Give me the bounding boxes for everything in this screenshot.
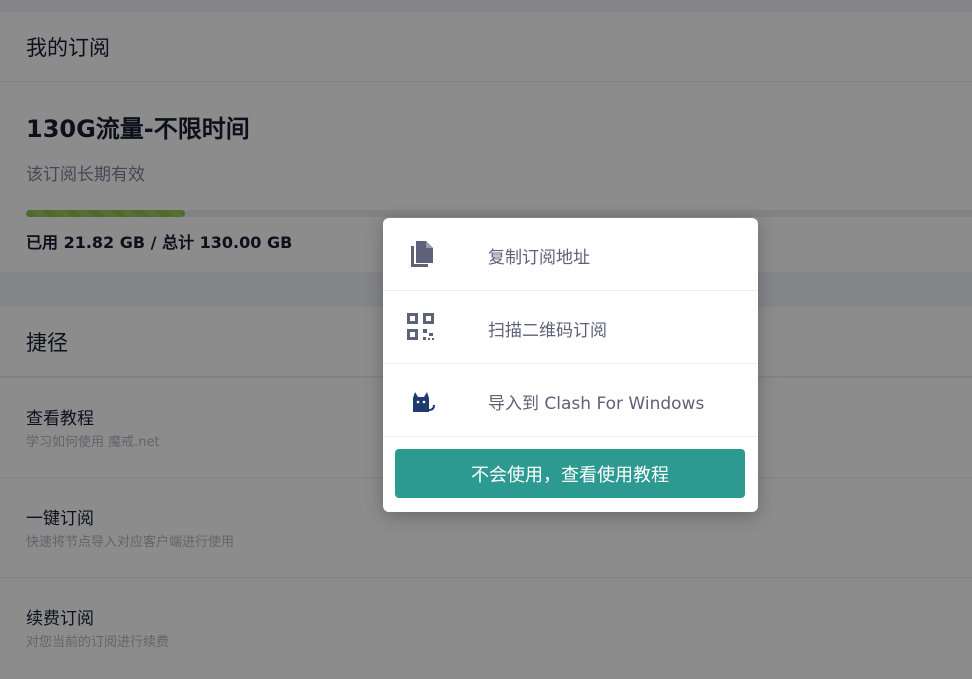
copy-icon — [405, 238, 437, 270]
view-tutorial-button[interactable]: 不会使用，查看使用教程 — [395, 449, 745, 498]
menu-label: 导入到 Clash For Windows — [488, 394, 705, 414]
subscribe-modal: 复制订阅地址 扫描二维码订阅 导入到 Clash For Windows 不会使… — [383, 218, 758, 512]
qrcode-icon — [405, 311, 437, 343]
import-clash-item[interactable]: 导入到 Clash For Windows — [383, 364, 758, 437]
menu-label: 复制订阅地址 — [488, 248, 590, 268]
clash-cat-icon — [405, 384, 437, 416]
copy-subscription-url-item[interactable]: 复制订阅地址 — [383, 218, 758, 291]
menu-label: 扫描二维码订阅 — [488, 321, 607, 341]
scan-qrcode-item[interactable]: 扫描二维码订阅 — [383, 291, 758, 364]
